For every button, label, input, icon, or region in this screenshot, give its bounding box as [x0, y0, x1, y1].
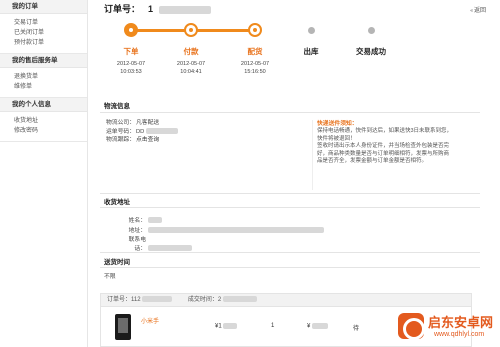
- sidebar-group-title: 我的售后服务单: [0, 54, 87, 68]
- divider: [100, 252, 480, 253]
- product-name-link[interactable]: 小米手: [141, 316, 159, 325]
- recipient-address-blurred: [147, 227, 324, 234]
- step-complete-label: 交易成功: [356, 47, 386, 56]
- step-packing-dot-icon: [248, 23, 262, 37]
- step-ordered-label: 下单: [123, 47, 139, 56]
- delivery-notice-title: 快递送件须知：: [317, 121, 358, 127]
- items-order-no-blurred: [142, 296, 173, 303]
- product-thumbnail[interactable]: [115, 314, 131, 340]
- watermark-url: www.qdhlyl.com: [434, 331, 485, 338]
- sidebar-item-repairs[interactable]: 维修单: [0, 82, 87, 92]
- tracking-row: 物流跟踪：点击查询: [106, 136, 159, 145]
- logistics-company-value: 凡客配送: [136, 120, 160, 126]
- item-subtotal-prefix: ¥: [307, 323, 311, 330]
- recipient-phone-row: 联系电话：: [118, 234, 192, 252]
- delivery-notice-line: 品是否齐全，发票金额与订单金额是否相符。: [317, 158, 428, 165]
- delivery-notice-box: 快递送件须知： 保持电话畅通，快件到达后，如果送快3日未联系到您， 快件将被退回…: [312, 120, 480, 190]
- sidebar-group-profile: 我的个人信息 收货地址 修改密码: [0, 98, 87, 142]
- recipient-name-label: 姓名：: [128, 218, 146, 224]
- waybill-row: 运单号码：DD: [106, 127, 178, 137]
- recipient-address-row: 地址：: [118, 225, 324, 234]
- recipient-phone-blurred: [147, 245, 192, 252]
- item-status: 待: [353, 326, 360, 332]
- delivery-notice-line: 签收时请出示本人身份证件，并当场检查外包装是否完: [317, 143, 450, 150]
- sidebar-group-title: 我的订单: [0, 0, 87, 14]
- item-price-prefix: ¥1: [215, 323, 222, 330]
- recipient-name-blurred: [147, 217, 162, 224]
- step-clock: 10:03:53: [120, 69, 142, 75]
- step-ordered-time: 2012-05-07 10:03:53: [106, 60, 156, 76]
- delivery-time-value: 不限: [104, 274, 116, 280]
- waybill-value: DD: [136, 128, 145, 135]
- item-price-blurred: [223, 323, 238, 329]
- step-complete-dot-icon: [368, 27, 375, 34]
- site-watermark: 启东安卓网 www.qdhlyl.com: [398, 311, 498, 345]
- logistics-company-label: 物流公司：: [106, 120, 135, 126]
- logistics-company-row: 物流公司：凡客配送: [106, 119, 159, 128]
- sidebar-item-prepaid-orders[interactable]: 预付款订单: [0, 38, 87, 48]
- item-subtotal: ¥: [307, 323, 329, 330]
- item-subtotal-blurred: [312, 323, 329, 329]
- sidebar-group-orders: 我的订单 交易订单 已关闭订单 预付款订单: [0, 0, 87, 54]
- divider: [100, 207, 480, 208]
- order-progress-tracker: 下单 付款 配货 出库 交易成功 2012-05-07 10:03:53 201…: [100, 0, 500, 90]
- recipient-address-label: 地址：: [128, 228, 146, 234]
- product-name: 小米手: [141, 319, 160, 325]
- tracking-label: 物流跟踪：: [106, 137, 135, 143]
- waybill-blurred: [146, 127, 178, 134]
- step-packing-label: 配货: [247, 47, 263, 56]
- order-items-header: 订单号：112 成交时间：2: [100, 293, 472, 307]
- step-shipped-label: 出库: [303, 47, 319, 56]
- sidebar-item-closed-orders[interactable]: 已关闭订单: [0, 28, 87, 38]
- divider: [100, 267, 480, 268]
- recipient-name-row: 姓名：: [118, 215, 162, 224]
- tracking-link[interactable]: 点击查询: [136, 137, 159, 143]
- delivery-notice-line: 保持电话畅通，快件到达后，如果送快3日未联系到您，: [317, 128, 453, 134]
- delivery-time-title: 送货时间: [104, 259, 130, 266]
- sidebar-group-after-sales: 我的售后服务单 退换货单 维修单: [0, 54, 87, 98]
- sidebar-item-returns[interactable]: 退换货单: [0, 72, 87, 82]
- sidebar-item-change-password[interactable]: 修改密码: [0, 126, 87, 136]
- step-date: 2012-05-07: [176, 61, 206, 67]
- step-ordered-dot-icon: [124, 23, 138, 37]
- item-quantity: 1: [271, 323, 275, 329]
- divider: [100, 112, 480, 113]
- items-time-label: 成交时间：2: [187, 297, 222, 303]
- step-paid-dot-icon: [184, 23, 198, 37]
- waybill-label: 运单号码：: [106, 128, 135, 135]
- item-price: ¥1: [215, 323, 238, 330]
- step-date: 2012-05-07: [240, 61, 270, 67]
- items-time-blurred: [222, 296, 257, 303]
- step-paid-time: 2012-05-07 10:04:41: [166, 60, 216, 76]
- step-shipped-dot-icon: [308, 27, 315, 34]
- sidebar: 我的订单 交易订单 已关闭订单 预付款订单 我的售后服务单 退换货单 维修单 我…: [0, 0, 88, 347]
- sidebar-item-trade-orders[interactable]: 交易订单: [0, 18, 87, 28]
- recipient-phone-label: 联系电话：: [128, 237, 146, 252]
- shipping-section-title: 收货地址: [104, 199, 130, 206]
- step-date: 2012-05-07: [116, 61, 146, 67]
- order-detail-main: 订单号： 1 «返回 下单 付款 配货 出库 交易成功 2012-05-07 10…: [100, 0, 500, 347]
- step-paid-label: 付款: [183, 47, 199, 56]
- step-clock: 15:16:50: [244, 69, 266, 75]
- step-packing-time: 2012-05-07 15:16:50: [230, 60, 280, 76]
- logistics-section-title: 物流信息: [104, 103, 130, 110]
- items-order-no-label: 订单号：112: [107, 297, 141, 303]
- sidebar-item-addresses[interactable]: 收货地址: [0, 116, 87, 126]
- watermark-text: 启东安卓网: [428, 316, 494, 331]
- watermark-logo-icon: [398, 313, 425, 340]
- step-clock: 10:04:41: [180, 69, 202, 75]
- divider: [100, 193, 480, 194]
- sidebar-group-title: 我的个人信息: [0, 98, 87, 112]
